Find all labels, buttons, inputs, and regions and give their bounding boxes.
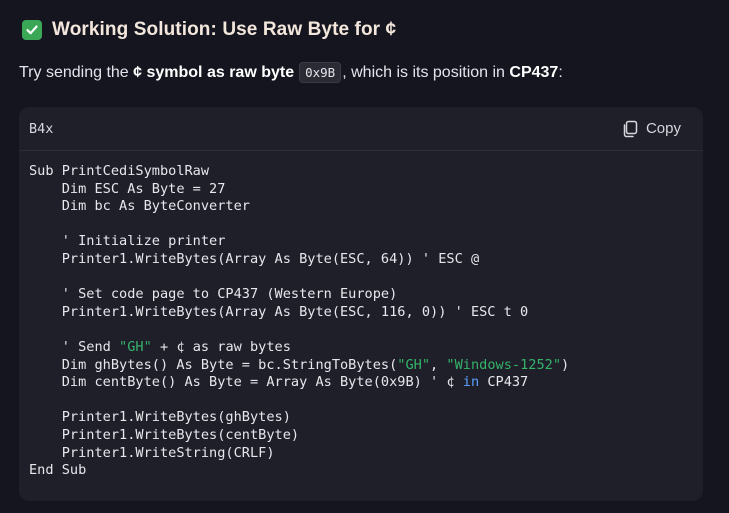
code-line: Printer1.WriteBytes(ghBytes) xyxy=(29,409,693,427)
code-token: , xyxy=(430,356,447,373)
intro-text-continued: , which is its position in xyxy=(342,63,510,81)
code-token: Sub PrintCediSymbolRaw xyxy=(29,163,210,179)
code-token: Dim bc As ByteConverter xyxy=(29,198,250,215)
code-token: Dim ghBytes() As Byte = bc.StringToBytes… xyxy=(29,356,398,373)
code-token: Dim ESC As Byte = 27 xyxy=(29,180,226,197)
code-content: Sub PrintCediSymbolRaw Dim ESC As Byte =… xyxy=(19,151,703,492)
code-token: CP437 xyxy=(479,374,529,391)
code-line: Printer1.WriteBytes(Array As Byte(ESC, 6… xyxy=(29,251,693,269)
intro-text-end: : xyxy=(558,63,563,81)
code-line: End Sub xyxy=(29,462,693,480)
intro-bold-symbol: ¢ symbol as raw byte xyxy=(133,63,295,81)
check-mark-icon xyxy=(22,20,42,40)
code-token-string: "GH" xyxy=(119,338,152,355)
code-token: Printer1.WriteBytes(centByte) xyxy=(29,426,300,443)
chat-response: Working Solution: Use Raw Byte for ¢ Try… xyxy=(0,0,729,513)
code-line: ' Set code page to CP437 (Western Europe… xyxy=(29,286,693,304)
code-line: Printer1.WriteBytes(centByte) xyxy=(29,427,693,445)
code-token: Printer1.WriteBytes(ghBytes) xyxy=(29,409,291,426)
code-line: Dim ESC As Byte = 27 xyxy=(29,181,693,199)
copy-button-label: Copy xyxy=(645,120,681,137)
inline-code-byte: 0x9B xyxy=(299,62,342,83)
code-token: End Sub xyxy=(29,462,87,479)
intro-paragraph: Try sending the ¢ symbol as raw byte 0x9… xyxy=(19,62,563,83)
section-heading-text: Working Solution: Use Raw Byte for ¢ xyxy=(52,19,397,40)
code-token-string: "Windows-1252" xyxy=(446,356,561,373)
code-language-label: B4x xyxy=(29,120,54,137)
code-token: Printer1.WriteBytes(Array As Byte(ESC, 1… xyxy=(29,303,529,320)
intro-bold-codepage: CP437 xyxy=(509,63,559,81)
intro-text: Try sending the xyxy=(19,63,134,81)
section-heading: Working Solution: Use Raw Byte for ¢ xyxy=(22,19,396,41)
code-line: Dim centByte() As Byte = Array As Byte(0… xyxy=(29,374,693,392)
code-line: ' Send "GH" + ¢ as raw bytes xyxy=(29,339,693,357)
code-token: Printer1.WriteBytes(Array As Byte(ESC, 6… xyxy=(29,250,480,267)
code-line: Dim ghBytes() As Byte = bc.StringToBytes… xyxy=(29,357,693,375)
code-line: Dim bc As ByteConverter xyxy=(29,198,693,216)
code-block: B4x Copy Sub PrintCediSymbolRaw Dim ESC … xyxy=(19,107,703,501)
code-token: ' Send xyxy=(29,338,120,355)
copy-icon xyxy=(623,120,638,137)
code-line: Sub PrintCediSymbolRaw xyxy=(29,163,693,181)
code-line: ' Initialize printer xyxy=(29,233,693,251)
code-line: Printer1.WriteString(CRLF) xyxy=(29,445,693,463)
code-token-string: "GH" xyxy=(397,356,431,373)
code-token: + ¢ as raw bytes xyxy=(151,338,291,355)
code-block-header: B4x Copy xyxy=(19,107,703,151)
code-token: ' Initialize printer xyxy=(29,233,226,250)
code-token: Dim centByte() As Byte = Array As Byte(0… xyxy=(29,374,463,391)
code-token: Printer1.WriteString(CRLF) xyxy=(29,444,275,461)
copy-button[interactable]: Copy xyxy=(621,120,681,138)
code-token: ' Set code page to CP437 (Western Europe… xyxy=(29,286,398,303)
code-token: ) xyxy=(561,356,570,373)
code-token-keyword: in xyxy=(462,374,480,391)
code-line: Printer1.WriteBytes(Array As Byte(ESC, 1… xyxy=(29,304,693,322)
